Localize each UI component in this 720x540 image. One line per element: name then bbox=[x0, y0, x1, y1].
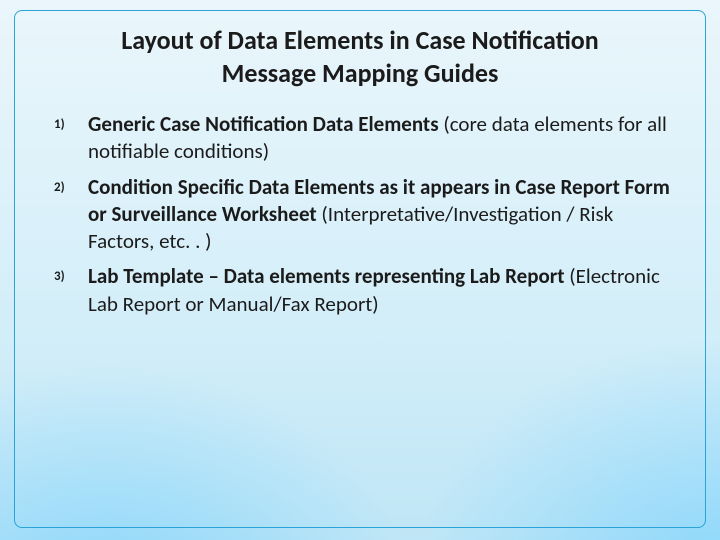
list-body: Lab Template – Data elements representin… bbox=[88, 263, 676, 318]
slide-content: Layout of Data Elements in Case Notifica… bbox=[34, 24, 686, 516]
list-number: 3) bbox=[54, 263, 88, 284]
numbered-list: 1) Generic Case Notification Data Elemen… bbox=[54, 111, 676, 318]
list-item: 3) Lab Template – Data elements represen… bbox=[54, 263, 676, 318]
list-number: 1) bbox=[54, 111, 88, 132]
list-body: Condition Specific Data Elements as it a… bbox=[88, 174, 676, 256]
list-item: 1) Generic Case Notification Data Elemen… bbox=[54, 111, 676, 166]
list-body: Generic Case Notification Data Elements … bbox=[88, 111, 676, 166]
list-item: 2) Condition Specific Data Elements as i… bbox=[54, 174, 676, 256]
list-strong: Generic Case Notification Data Elements bbox=[88, 111, 439, 137]
list-strong: Lab Template – Data elements representin… bbox=[88, 263, 565, 289]
slide-title: Layout of Data Elements in Case Notifica… bbox=[74, 24, 646, 89]
list-number: 2) bbox=[54, 174, 88, 195]
